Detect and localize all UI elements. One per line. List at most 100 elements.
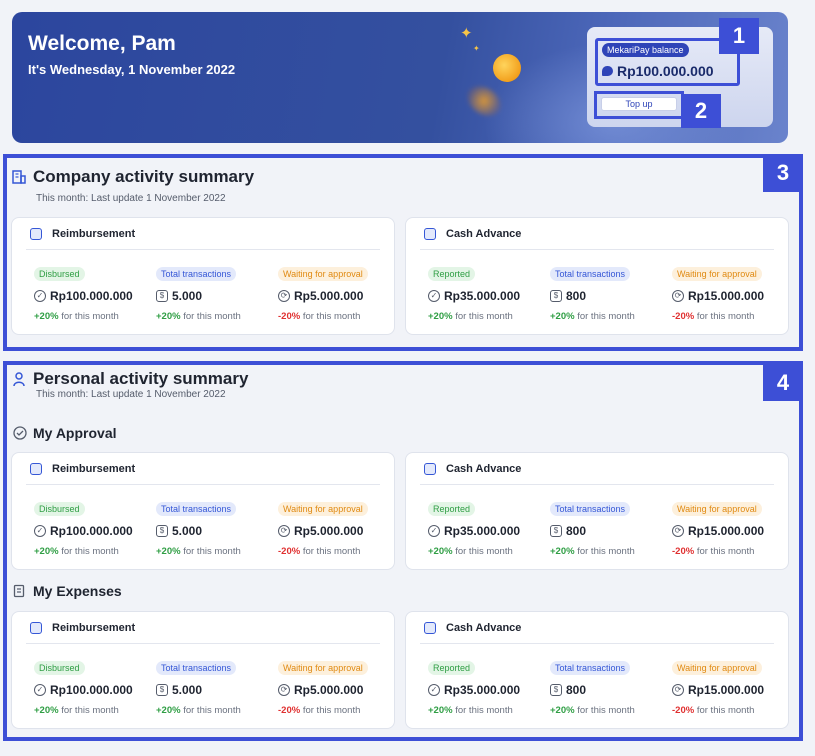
card-divider [26, 484, 380, 485]
topup-button[interactable]: Top up [601, 97, 677, 111]
stat-label: Total transactions [550, 267, 631, 281]
reimbursement-icon [30, 463, 42, 475]
stat-value-row: ⟳ Rp5.000.000 [278, 289, 398, 303]
delta-text: for this month [696, 546, 755, 557]
stat-delta: -20% for this month [672, 705, 792, 716]
stat-value-row: ✓ Rp35.000.000 [428, 683, 548, 697]
stat-label: Reported [428, 661, 476, 675]
delta-percent: -20% [278, 311, 301, 322]
card-divider [420, 643, 774, 644]
summary-card[interactable]: Reimbursement Disbursed ✓ Rp100.000.000 +20%… [11, 452, 395, 570]
mekaripay-icon [602, 66, 613, 76]
transaction-icon: $ [156, 290, 168, 302]
card-title: Reimbursement [52, 463, 136, 475]
balance-label: MekariPay balance [602, 43, 689, 57]
stat-label: Reported [428, 502, 476, 516]
check-circle-icon: ✓ [34, 525, 46, 537]
stat-value: Rp5.000.000 [294, 683, 364, 697]
stat-value: 800 [566, 683, 587, 697]
delta-text: for this month [302, 705, 361, 716]
stat-value: 800 [566, 289, 587, 303]
stat-value: 5.000 [172, 524, 203, 538]
delta-text: for this month [577, 546, 635, 557]
card-title: Reimbursement [52, 228, 136, 240]
stat-delta: +20% for this month [34, 311, 154, 322]
stat-label: Total transactions [156, 661, 237, 675]
stat-delta: +20% for this month [550, 705, 670, 716]
delta-text: for this month [696, 311, 755, 322]
stat-column: Reported ✓ Rp35.000.000 +20% for this month [428, 499, 548, 557]
check-circle-icon: ✓ [34, 684, 46, 696]
summary-card[interactable]: Reimbursement Disbursed ✓ Rp100.000.000 +20%… [11, 217, 395, 335]
stat-value-row: $5.000 [156, 289, 276, 303]
stat-column: Total transactions $800 +20% for this mont… [550, 499, 670, 557]
receipt-icon [13, 584, 25, 598]
coin-icon [493, 54, 521, 82]
delta-percent: +20% [34, 705, 59, 716]
delta-text: for this month [577, 311, 635, 322]
summary-card[interactable]: Cash Advance Reported ✓ Rp35.000.000 +20% fo… [405, 217, 789, 335]
stat-column: Reported ✓ Rp35.000.000 +20% for this month [428, 658, 548, 716]
stat-delta: +20% for this month [34, 705, 154, 716]
stat-column: Total transactions $5.000 +20% for this mo… [156, 264, 276, 322]
card-header: Cash Advance [406, 453, 788, 485]
stat-value: 5.000 [172, 289, 203, 303]
stat-delta: +20% for this month [428, 311, 548, 322]
stat-column: Waiting for approval ⟳ Rp5.000.000 -20% for… [278, 658, 398, 716]
delta-percent: +20% [34, 546, 59, 557]
badge-1: 1 [719, 18, 759, 54]
card-divider [26, 249, 380, 250]
stat-label: Waiting for approval [672, 502, 762, 516]
stat-column: Waiting for approval ⟳ Rp5.000.000 -20% for… [278, 264, 398, 322]
stat-value-row: ✓ Rp100.000.000 [34, 289, 154, 303]
stat-value: Rp35.000.000 [444, 524, 521, 538]
delta-percent: +20% [428, 546, 453, 557]
delta-percent: +20% [550, 705, 575, 716]
sparkle-icon: ✦ [460, 25, 473, 42]
stat-value: Rp100.000.000 [50, 289, 133, 303]
stat-delta: +20% for this month [550, 546, 670, 557]
stat-value: Rp35.000.000 [444, 289, 521, 303]
delta-text: for this month [183, 311, 241, 322]
stat-column: Reported ✓ Rp35.000.000 +20% for this month [428, 264, 548, 322]
stat-value-row: ✓ Rp100.000.000 [34, 524, 154, 538]
delta-text: for this month [302, 546, 361, 557]
stat-delta: +20% for this month [156, 546, 276, 557]
card-title: Cash Advance [446, 463, 522, 475]
card-header: Reimbursement [12, 218, 394, 250]
stat-column: Disbursed ✓ Rp100.000.000 +20% for this mon… [34, 264, 154, 322]
stat-column: Waiting for approval ⟳ Rp15.000.000 -20% fo… [672, 499, 792, 557]
person-icon [13, 372, 25, 387]
stat-delta: -20% for this month [672, 546, 792, 557]
card-header: Cash Advance [406, 218, 788, 250]
stat-label: Disbursed [34, 661, 85, 675]
badge-4: 4 [763, 365, 803, 401]
summary-card[interactable]: Cash Advance Reported ✓ Rp35.000.000 +20% fo… [405, 611, 789, 729]
stat-label: Disbursed [34, 502, 85, 516]
transaction-icon: $ [156, 525, 168, 537]
stat-label: Total transactions [550, 502, 631, 516]
stat-label: Disbursed [34, 267, 85, 281]
delta-text: for this month [455, 311, 513, 322]
card-divider [420, 484, 774, 485]
stat-value: Rp15.000.000 [688, 683, 765, 697]
personal-subtitle: This month: Last update 1 November 2022 [36, 389, 226, 400]
cash-advance-icon [424, 228, 436, 240]
summary-card[interactable]: Reimbursement Disbursed ✓ Rp100.000.000 +20%… [11, 611, 395, 729]
transaction-icon: $ [550, 684, 562, 696]
summary-card[interactable]: Cash Advance Reported ✓ Rp35.000.000 +20% fo… [405, 452, 789, 570]
current-date: It's Wednesday, 1 November 2022 [28, 62, 236, 77]
building-icon [12, 170, 26, 184]
stat-delta: -20% for this month [278, 546, 398, 557]
stat-label: Waiting for approval [278, 502, 368, 516]
stat-label: Waiting for approval [278, 661, 368, 675]
stat-value: 5.000 [172, 683, 203, 697]
balance-value: Rp100.000.000 [617, 63, 714, 79]
transaction-icon: $ [156, 684, 168, 696]
refresh-icon: ⟳ [278, 290, 290, 302]
my-approval-label: My Approval [33, 425, 117, 441]
stat-column: Total transactions $800 +20% for this mont… [550, 658, 670, 716]
my-expenses-title: My Expenses [13, 583, 122, 599]
sparkle-small-icon: ✦ [473, 44, 480, 53]
stat-column: Total transactions $800 +20% for this mont… [550, 264, 670, 322]
